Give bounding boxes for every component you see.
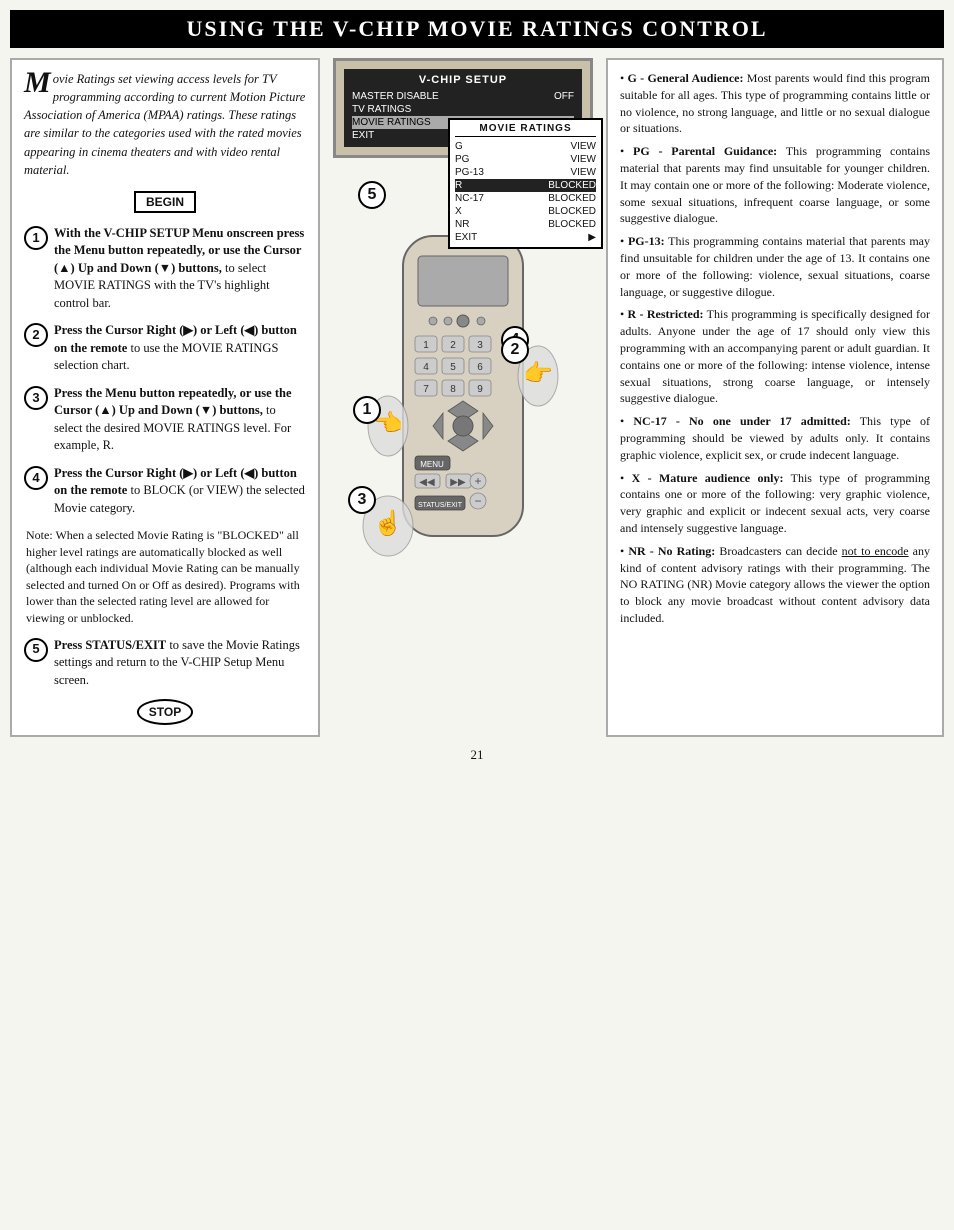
label-nc17: NC-17 - No one under 17 admitted: — [633, 414, 850, 428]
step-5-text: Press STATUS/EXIT to save the Movie Rati… — [54, 637, 306, 690]
tv-row-2-label: TV RATINGS — [352, 104, 411, 115]
svg-text:◀◀: ◀◀ — [419, 477, 435, 488]
label-x: X - Mature audience only: — [632, 471, 784, 485]
desc-r: • R - Restricted: This programming is sp… — [620, 306, 930, 407]
label-5: 5 — [358, 181, 386, 209]
svg-text:5: 5 — [450, 362, 456, 373]
right-column: • G - General Audience: Most parents wou… — [606, 58, 944, 737]
mr-row-exit: EXIT▶ — [455, 231, 596, 244]
label-3: 3 — [348, 486, 376, 514]
svg-text:4: 4 — [423, 362, 429, 373]
label-1: 1 — [353, 396, 381, 424]
label-2: 2 — [501, 336, 529, 364]
svg-text:2: 2 — [450, 340, 456, 351]
step-3-number: 3 — [24, 386, 48, 410]
stop-badge: STOP — [137, 699, 193, 725]
svg-text:👉: 👉 — [523, 360, 553, 387]
desc-nr: • NR - No Rating: Broadcasters can decid… — [620, 543, 930, 627]
svg-text:6: 6 — [477, 362, 483, 373]
note-text: Note: When a selected Movie Rating is "B… — [26, 527, 306, 626]
step-2: 2 Press the Cursor Right (▶) or Left (◀)… — [24, 322, 306, 375]
tv-row-4-label: EXIT — [352, 130, 374, 141]
left-column: Movie Ratings set viewing access levels … — [10, 58, 320, 737]
svg-text:STATUS/EXIT: STATUS/EXIT — [418, 502, 463, 509]
tv-area: V-CHIP SETUP MASTER DISABLE OFF TV RATIN… — [333, 58, 593, 166]
mr-row-nr: NRBLOCKED — [455, 218, 596, 231]
label-g: G - General Audience: — [628, 71, 744, 85]
svg-text:MENU: MENU — [420, 460, 444, 469]
header-title: Using the V-Chip Movie Ratings Control — [186, 16, 767, 41]
page: Using the V-Chip Movie Ratings Control M… — [0, 0, 954, 1230]
mr-row-g: GVIEW — [455, 140, 596, 153]
ratings-descriptions: • G - General Audience: Most parents wou… — [620, 70, 930, 627]
svg-text:☝: ☝ — [373, 508, 403, 537]
tv-menu-title: V-CHIP SETUP — [352, 74, 574, 86]
mr-row-pg13: PG-13VIEW — [455, 166, 596, 179]
page-header: Using the V-Chip Movie Ratings Control — [10, 10, 944, 48]
movie-ratings-title: MOVIE RATINGS — [455, 123, 596, 137]
begin-center: BEGIN — [24, 187, 306, 217]
svg-text:▶▶: ▶▶ — [450, 477, 466, 488]
tv-menu-row-2: TV RATINGS — [352, 103, 574, 116]
label-nr: NR - No Rating: — [628, 544, 715, 558]
middle-column: V-CHIP SETUP MASTER DISABLE OFF TV RATIN… — [328, 58, 598, 737]
svg-text:1: 1 — [423, 340, 429, 351]
intro-body: ovie Ratings set viewing access levels f… — [24, 72, 305, 177]
step-4-number: 4 — [24, 466, 48, 490]
tv-row-1-value: OFF — [554, 91, 574, 102]
drop-cap: M — [24, 70, 51, 96]
desc-g: • G - General Audience: Most parents wou… — [620, 70, 930, 137]
svg-text:9: 9 — [477, 384, 483, 395]
desc-x: • X - Mature audience only: This type of… — [620, 470, 930, 537]
page-number: 21 — [10, 747, 944, 763]
step-1-bold: With the V-CHIP SETUP Menu onscreen pres… — [54, 226, 304, 275]
svg-text:−: − — [474, 494, 481, 508]
mr-row-nc17: NC-17BLOCKED — [455, 192, 596, 205]
svg-text:+: + — [474, 474, 481, 488]
begin-badge: BEGIN — [134, 191, 196, 213]
not-to-encode: not to encode — [842, 544, 909, 558]
mr-row-pg: PGVIEW — [455, 153, 596, 166]
step-5-bold: Press STATUS/EXIT — [54, 638, 166, 652]
tv-menu-row-1: MASTER DISABLE OFF — [352, 90, 574, 103]
mr-row-x: XBLOCKED — [455, 205, 596, 218]
tv-row-3-label: MOVIE RATINGS — [352, 117, 431, 128]
label-r: R - Restricted: — [628, 307, 704, 321]
step-2-bold: Press the Cursor Right (▶) or Left (◀) b… — [54, 323, 297, 355]
desc-pg: • PG - Parental Guidance: This programmi… — [620, 143, 930, 227]
step-5-number: 5 — [24, 638, 48, 662]
desc-nc17: • NC-17 - No one under 17 admitted: This… — [620, 413, 930, 463]
step-4-bold: Press the Cursor Right (▶) or Left (◀) b… — [54, 466, 297, 498]
mr-row-r: RBLOCKED — [455, 179, 596, 192]
movie-ratings-float: MOVIE RATINGS GVIEW PGVIEW PG-13VIEW RBL… — [448, 118, 603, 249]
step-1-text: With the V-CHIP SETUP Menu onscreen pres… — [54, 225, 306, 313]
step-4-text: Press the Cursor Right (▶) or Left (◀) b… — [54, 465, 306, 518]
step-2-text: Press the Cursor Right (▶) or Left (◀) b… — [54, 322, 306, 375]
step-1-number: 1 — [24, 226, 48, 250]
step-3-text: Press the Menu button repeatedly, or use… — [54, 385, 306, 455]
svg-text:3: 3 — [477, 340, 483, 351]
step-3-bold: Press the Menu button repeatedly, or use… — [54, 386, 292, 418]
label-pg: PG - Parental Guidance: — [633, 144, 777, 158]
stop-center: STOP — [24, 699, 306, 725]
intro-text: Movie Ratings set viewing access levels … — [24, 70, 306, 179]
step-2-number: 2 — [24, 323, 48, 347]
label-pg13: PG-13: — [628, 234, 665, 248]
step-1: 1 With the V-CHIP SETUP Menu onscreen pr… — [24, 225, 306, 313]
step-5: 5 Press STATUS/EXIT to save the Movie Ra… — [24, 637, 306, 690]
step-4: 4 Press the Cursor Right (▶) or Left (◀)… — [24, 465, 306, 518]
main-content: Movie Ratings set viewing access levels … — [10, 58, 944, 737]
tv-row-1-label: MASTER DISABLE — [352, 91, 439, 102]
desc-pg13: • PG-13: This programming contains mater… — [620, 233, 930, 300]
step-3: 3 Press the Menu button repeatedly, or u… — [24, 385, 306, 455]
svg-text:8: 8 — [450, 384, 456, 395]
svg-text:7: 7 — [423, 384, 429, 395]
